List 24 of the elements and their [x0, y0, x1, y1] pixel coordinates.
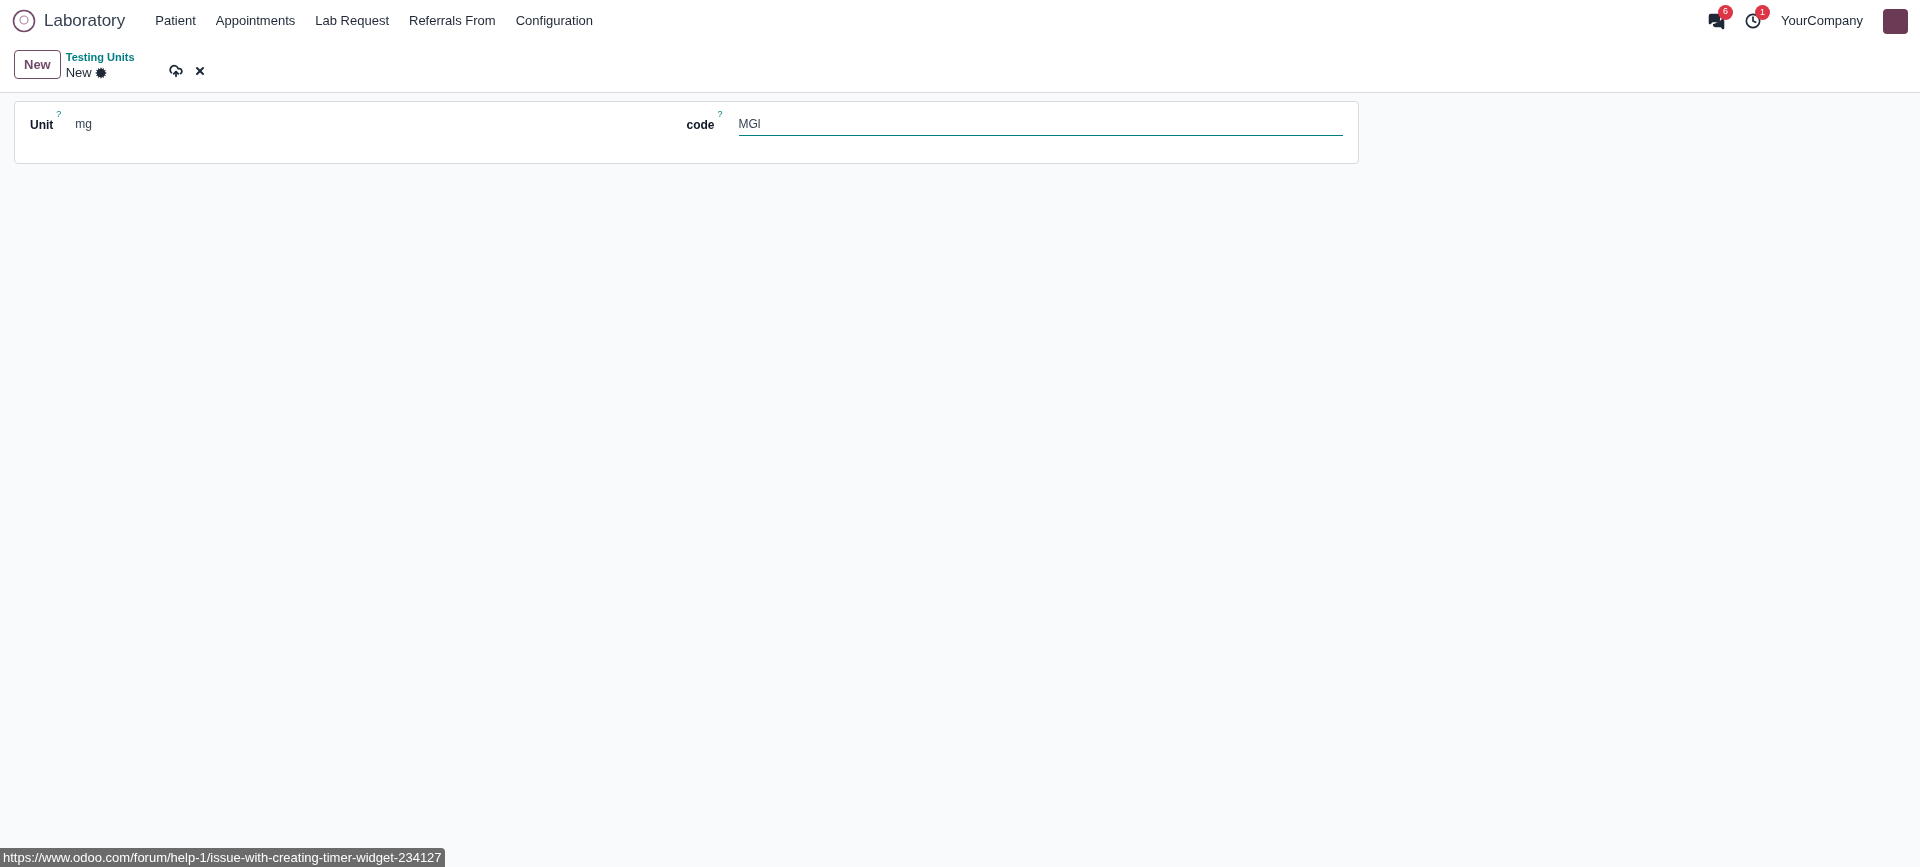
menu-item[interactable]: Patient: [145, 11, 206, 31]
input-field[interactable]: MGl: [738, 115, 1343, 136]
notification-badge: 6: [1718, 4, 1734, 20]
company-name[interactable]: YourCompany: [1781, 11, 1863, 31]
chat-icon[interactable]: [1708, 12, 1726, 30]
save-icon[interactable]: [168, 64, 183, 78]
menu-item[interactable]: Appointments: [205, 11, 306, 31]
close-icon[interactable]: [193, 65, 206, 77]
status-url: https://www.odoo.com/forum/help-1/issue-with-creating-timer-widget-234127: [0, 847, 445, 867]
user-avatar[interactable]: [1883, 8, 1908, 34]
menu-item[interactable]: Configuration: [505, 11, 603, 31]
clock-icon[interactable]: [1745, 13, 1762, 29]
input-field[interactable]: mg: [75, 115, 687, 136]
menu-item[interactable]: Lab Request: [305, 11, 399, 31]
settings-icon[interactable]: [94, 67, 107, 79]
menu-item[interactable]: Referrals From: [399, 11, 506, 31]
app-logo-icon[interactable]: [12, 9, 36, 33]
notification-badge: 1: [1755, 5, 1771, 20]
field-label: Unit: [30, 117, 54, 134]
field-label: code: [686, 117, 715, 134]
new-button[interactable]: New: [14, 50, 61, 79]
app-name[interactable]: Laboratory: [44, 8, 126, 34]
breadcrumb-link[interactable]: Testing Units: [65, 49, 135, 65]
record-name: New: [65, 65, 92, 81]
